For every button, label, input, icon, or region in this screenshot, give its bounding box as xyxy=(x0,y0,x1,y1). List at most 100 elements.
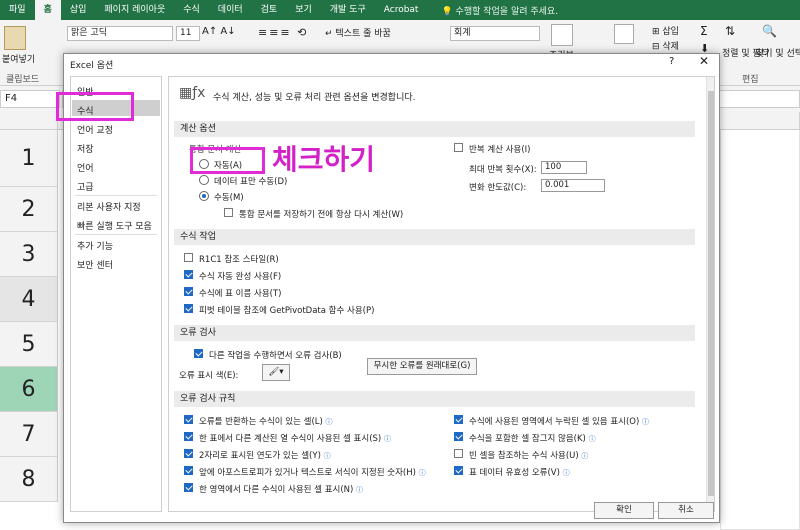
font-grow-icon[interactable]: A↑ A↓ xyxy=(202,26,236,37)
row-header[interactable]: 1 xyxy=(0,130,58,187)
rule-text: 수식을 포함한 셀 잠그지 않음(K) xyxy=(469,434,586,444)
rule-label[interactable]: 앞에 아포스트로피가 있거나 텍스트로 서식이 지정된 숫자(H) ⓘ xyxy=(199,466,426,478)
row-header[interactable]: 5 xyxy=(0,322,58,367)
name-box[interactable]: F4 xyxy=(0,90,60,108)
rule-checkbox[interactable] xyxy=(184,483,193,492)
row-header[interactable]: 6 xyxy=(0,367,58,412)
tab-insert[interactable]: 삽입 xyxy=(61,0,96,20)
close-button[interactable]: ✕ xyxy=(694,54,714,68)
background-check-label[interactable]: 다른 작업을 수행하면서 오류 검사(B) xyxy=(209,349,342,361)
autocomplete-checkbox[interactable] xyxy=(184,270,193,279)
select-all-corner[interactable] xyxy=(0,112,58,130)
find-select-label[interactable]: 찾기 및 선택 xyxy=(756,46,800,59)
iterative-label[interactable]: 반복 계산 사용(I) xyxy=(469,143,530,155)
error-color-picker[interactable]: 🖌▾ xyxy=(262,364,290,381)
iterative-checkbox[interactable] xyxy=(454,143,463,152)
recalc-before-save-label[interactable]: 통합 문서를 저장하기 전에 항상 다시 계산(W) xyxy=(239,208,403,220)
nav-item-advanced[interactable]: 고급 xyxy=(77,180,94,193)
nav-item-customize-ribbon[interactable]: 리본 사용자 지정 xyxy=(77,200,141,213)
nav-item-language[interactable]: 언어 xyxy=(77,161,94,174)
tab-page-layout[interactable]: 페이지 레이아웃 xyxy=(95,0,174,20)
rule-checkbox[interactable] xyxy=(184,432,193,441)
cell-style-icon[interactable] xyxy=(614,24,634,44)
nav-item-addins[interactable]: 추가 기능 xyxy=(77,239,113,252)
nav-item-trust-center[interactable]: 보안 센터 xyxy=(77,258,113,271)
find-select-icon[interactable]: 🔍 xyxy=(762,24,777,38)
calc-manual-radio[interactable] xyxy=(199,191,209,201)
max-iterations-input[interactable]: 100 xyxy=(541,161,587,174)
sort-filter-icon[interactable]: ⇅ xyxy=(725,24,735,38)
paste-icon[interactable] xyxy=(4,26,26,50)
reset-ignored-errors-button[interactable]: 무시한 오류를 원래대로(G) xyxy=(367,358,477,375)
getpivotdata-label[interactable]: 피벗 테이블 참조에 GetPivotData 함수 사용(P) xyxy=(199,304,374,316)
tab-view[interactable]: 보기 xyxy=(286,0,321,20)
align-top-icons[interactable]: ≡≡≡ ⟲ xyxy=(258,26,308,39)
tab-data[interactable]: 데이터 xyxy=(209,0,252,20)
calc-auto-except-tables-radio[interactable] xyxy=(199,175,209,185)
r1c1-checkbox[interactable] xyxy=(184,253,193,262)
rule-checkbox[interactable] xyxy=(184,466,193,475)
delete-cells-label: 삭제 xyxy=(662,42,679,52)
rule-label[interactable]: 2자리로 표시된 연도가 있는 셀(Y) ⓘ xyxy=(199,449,331,461)
rule-label[interactable]: 표 데이터 유효성 오류(V) ⓘ xyxy=(469,466,570,478)
highlight-box-auto xyxy=(190,147,265,174)
rule-label[interactable]: 한 표에서 다른 계산된 열 수식이 사용된 셀 표시(S) ⓘ xyxy=(199,432,391,444)
scrollbar-thumb[interactable] xyxy=(708,91,714,496)
row-header[interactable]: 2 xyxy=(0,187,58,232)
recalc-before-save-checkbox[interactable] xyxy=(224,208,233,217)
rule-label[interactable]: 빈 셀을 참조하는 수식 사용(U) ⓘ xyxy=(469,449,588,461)
rule-checkbox[interactable] xyxy=(454,449,463,458)
number-format-combo[interactable]: 회계 xyxy=(450,26,540,41)
table-names-label[interactable]: 수식에 표 이름 사용(T) xyxy=(199,287,282,299)
row-header[interactable]: 3 xyxy=(0,232,58,277)
row-header[interactable]: 7 xyxy=(0,412,58,457)
tab-home[interactable]: 홈 xyxy=(34,0,61,20)
font-name-combo[interactable]: 맑은 고딕 xyxy=(67,26,173,41)
nav-separator xyxy=(75,195,157,196)
conditional-format-icon[interactable] xyxy=(551,24,573,46)
tab-formulas[interactable]: 수식 xyxy=(174,0,209,20)
calc-manual-label[interactable]: 수동(M) xyxy=(214,191,244,203)
rule-label[interactable]: 수식에 사용된 영역에서 누락된 셀 있음 표시(O) ⓘ xyxy=(469,415,649,427)
table-names-checkbox[interactable] xyxy=(184,287,193,296)
tab-acrobat[interactable]: Acrobat xyxy=(375,0,428,20)
tell-me-box[interactable]: 💡 수행할 작업을 알려 주세요. xyxy=(427,4,558,17)
rule-text: 한 영역에서 다른 수식이 사용된 셀 표시(N) xyxy=(199,485,354,495)
rule-checkbox[interactable] xyxy=(454,466,463,475)
background-check-checkbox[interactable] xyxy=(194,349,203,358)
autosum-icon[interactable]: Σ xyxy=(700,24,708,38)
rule-label[interactable]: 오류를 반환하는 수식이 있는 셀(L) ⓘ xyxy=(199,415,333,427)
wrap-text-button[interactable]: ↵ 텍스트 줄 바꿈 xyxy=(325,26,391,39)
rule-checkbox[interactable] xyxy=(454,415,463,424)
rule-label[interactable]: 한 영역에서 다른 수식이 사용된 셀 표시(N) ⓘ xyxy=(199,483,363,495)
insert-cells-button[interactable]: ⊞ 삽입 xyxy=(652,24,679,37)
cancel-button[interactable]: 취소 xyxy=(658,502,714,519)
autocomplete-label[interactable]: 수식 자동 완성 사용(F) xyxy=(199,270,281,282)
rule-checkbox[interactable] xyxy=(184,449,193,458)
error-check-section-header: 오류 검사 xyxy=(174,325,695,341)
rule-text: 오류를 반환하는 수식이 있는 셀(L) xyxy=(199,417,323,427)
paste-button-label[interactable]: 붙여넣기 xyxy=(2,52,35,65)
rule-checkbox[interactable] xyxy=(184,415,193,424)
column-cells[interactable] xyxy=(720,130,800,530)
insert-cells-label: 삽입 xyxy=(662,27,679,37)
formulas-section-header: 수식 작업 xyxy=(174,229,695,245)
row-header[interactable]: 4 xyxy=(0,277,58,322)
nav-item-proofing[interactable]: 언어 교정 xyxy=(77,123,113,136)
help-button[interactable]: ? xyxy=(669,56,674,67)
delete-cells-button[interactable]: ⊟ 삭제 xyxy=(652,39,679,52)
max-change-input[interactable]: 0.001 xyxy=(541,179,605,192)
nav-item-quick-access[interactable]: 빠른 실행 도구 모음 xyxy=(77,219,152,232)
tab-developer[interactable]: 개발 도구 xyxy=(321,0,375,20)
getpivotdata-checkbox[interactable] xyxy=(184,304,193,313)
nav-item-save[interactable]: 저장 xyxy=(77,142,94,155)
tab-review[interactable]: 검토 xyxy=(252,0,287,20)
rule-label[interactable]: 수식을 포함한 셀 잠그지 않음(K) ⓘ xyxy=(469,432,596,444)
content-scrollbar[interactable] xyxy=(706,77,714,511)
row-header[interactable]: 8 xyxy=(0,457,58,502)
ok-button[interactable]: 확인 xyxy=(594,502,654,519)
tab-file[interactable]: 파일 xyxy=(0,0,35,20)
font-size-combo[interactable]: 11 xyxy=(176,26,200,41)
r1c1-label[interactable]: R1C1 참조 스타일(R) xyxy=(199,253,279,265)
rule-checkbox[interactable] xyxy=(454,432,463,441)
